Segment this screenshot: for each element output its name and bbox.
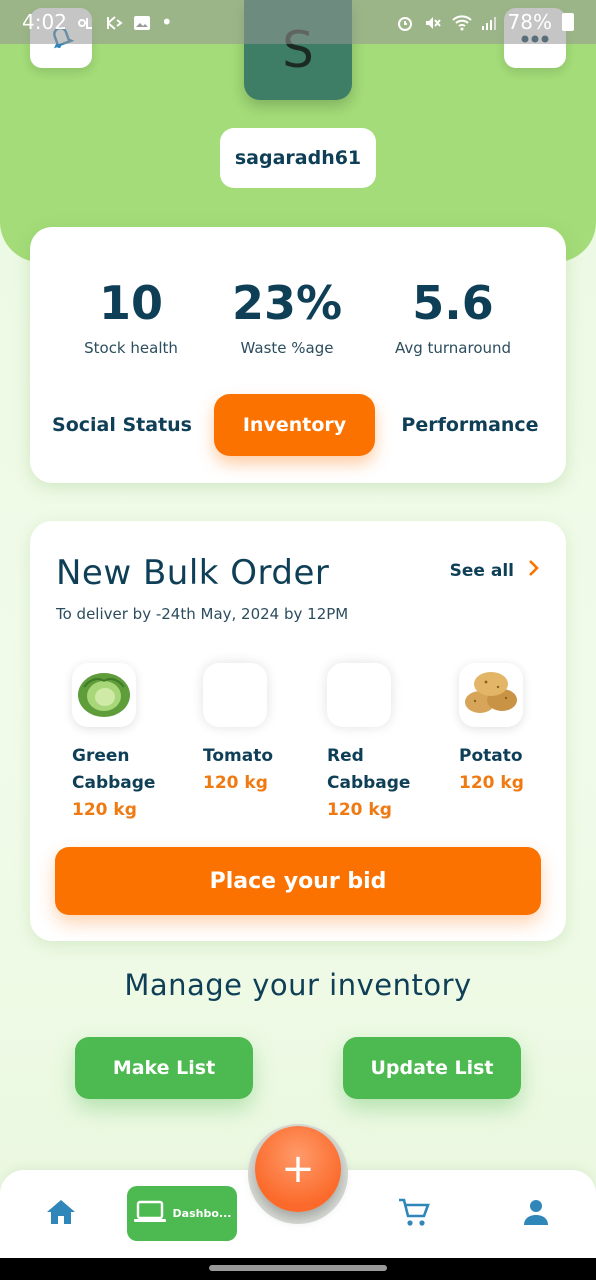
battery-icon xyxy=(562,13,574,31)
bulk-order-card: New Bulk Order See all To deliver by -24… xyxy=(30,521,566,941)
item-quantity: 120 kg xyxy=(72,800,137,820)
username-label: sagaradh61 xyxy=(220,128,376,188)
item-thumbnail xyxy=(459,663,523,727)
item-name: Red Cabbage xyxy=(327,746,411,793)
home-icon xyxy=(45,1198,77,1230)
item-thumbnail xyxy=(203,663,267,727)
manage-inventory-title: Manage your inventory xyxy=(124,968,472,1002)
stat-label: Waste %age xyxy=(240,339,334,357)
wifi-icon xyxy=(451,13,472,31)
stat-value: 10 xyxy=(98,276,163,330)
item-quantity: 120 kg xyxy=(203,773,268,793)
gallery-icon xyxy=(133,13,151,31)
cabbage-icon xyxy=(74,665,134,725)
battery-level: 78% xyxy=(507,10,552,34)
order-item[interactable]: Tomato 120 kg xyxy=(203,663,313,797)
delivery-date: To deliver by -24th May, 2024 by 12PM xyxy=(56,605,349,623)
stat-waste: 23% Waste %age xyxy=(202,273,372,357)
signal-icon xyxy=(480,13,498,31)
status-bar: 4:02 • 78% xyxy=(0,0,596,44)
nav-cart[interactable] xyxy=(394,1170,434,1258)
stat-value: 23% xyxy=(231,276,343,330)
item-thumbnail xyxy=(327,663,391,727)
item-thumbnail xyxy=(72,663,136,727)
nav-home[interactable] xyxy=(40,1170,82,1258)
stat-label: Stock health xyxy=(84,339,178,357)
home-gesture-pill[interactable] xyxy=(209,1265,387,1271)
alarm-icon xyxy=(396,13,414,31)
tab-inventory[interactable]: Inventory xyxy=(214,394,375,456)
nav-profile[interactable] xyxy=(518,1170,554,1258)
item-name: Green Cabbage xyxy=(72,746,156,793)
stat-value: 5.6 xyxy=(412,276,494,330)
nav-dashboard-label: Dashbo... xyxy=(172,1207,232,1220)
order-title: New Bulk Order xyxy=(56,553,330,593)
status-time: 4:02 xyxy=(22,10,67,34)
order-item[interactable]: Red Cabbage 120 kg xyxy=(327,663,437,824)
order-item[interactable]: Green Cabbage 120 kg xyxy=(72,663,182,824)
add-button[interactable]: + xyxy=(255,1126,341,1212)
item-name: Tomato xyxy=(203,746,274,766)
item-quantity: 120 kg xyxy=(459,773,524,793)
cart-icon xyxy=(397,1196,431,1232)
stat-label: Avg turnaround xyxy=(394,339,512,357)
item-name: Potato xyxy=(459,746,523,766)
laptop-icon xyxy=(133,1200,167,1227)
order-item[interactable]: Potato 120 kg xyxy=(459,663,569,797)
see-all-label: See all xyxy=(449,560,514,581)
potato-icon xyxy=(460,664,522,726)
app-icon xyxy=(105,13,123,31)
item-quantity: 120 kg xyxy=(327,800,392,820)
update-list-button[interactable]: Update List xyxy=(343,1037,521,1099)
see-all-link[interactable]: See all xyxy=(450,559,540,582)
chevron-right-icon xyxy=(528,559,540,582)
dot-icon: • xyxy=(160,10,173,34)
nav-dashboard[interactable]: Dashbo... xyxy=(127,1186,237,1241)
stat-turnaround: 5.6 Avg turnaround xyxy=(368,273,538,357)
stats-card: 10 Stock health 23% Waste %age 5.6 Avg t… xyxy=(30,227,566,483)
stat-stock-health: 10 Stock health xyxy=(46,273,216,357)
tab-performance[interactable]: Performance xyxy=(392,394,548,456)
place-bid-button[interactable]: Place your bid xyxy=(55,847,541,915)
mute-icon xyxy=(424,13,442,31)
tab-social-status[interactable]: Social Status xyxy=(48,394,196,456)
user-icon xyxy=(522,1198,550,1230)
notification-icon xyxy=(77,13,95,31)
make-list-button[interactable]: Make List xyxy=(75,1037,253,1099)
